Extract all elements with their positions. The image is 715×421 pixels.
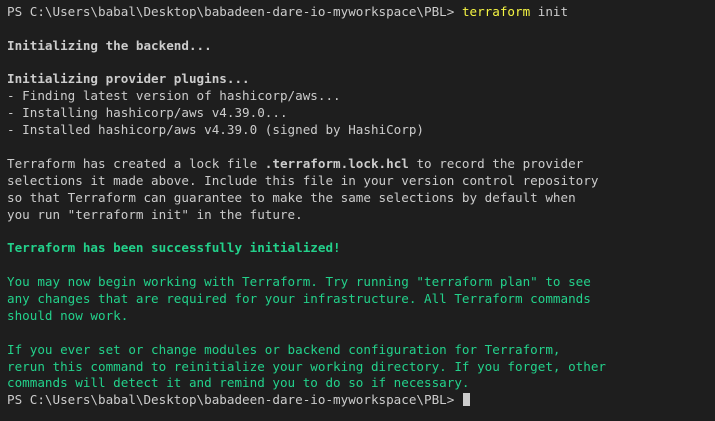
lock-message-line: you run "terraform init" in the future. <box>7 206 303 222</box>
reinit-message-line: rerun this command to reinitialize your … <box>7 358 606 374</box>
begin-message-line: any changes that are required for your i… <box>7 291 591 307</box>
lock-message-line: so that Terraform can guarantee to make … <box>7 189 576 205</box>
provider-line: - Finding latest version of hashicorp/aw… <box>7 88 341 104</box>
prompt-path: PS C:\Users\babal\Desktop\babadeen-dare-… <box>7 3 462 19</box>
lock-line-suffix: to record the provider <box>408 155 584 171</box>
command-args: init <box>530 3 569 19</box>
terminal-output: ----------------------- ---- PS C:\Users… <box>7 0 715 409</box>
reinit-message-line: If you ever set or change modules or bac… <box>7 341 561 357</box>
provider-line: - Installing hashicorp/aws v4.39.0... <box>7 105 288 121</box>
begin-message-line: You may now begin working with Terraform… <box>7 274 591 290</box>
top-fragment-2: ------------- <box>128 0 227 2</box>
backend-heading: Initializing the backend... <box>7 37 212 53</box>
lock-line-prefix: Terraform has created a lock file <box>7 155 265 171</box>
success-message: Terraform has been successfully initiali… <box>7 240 341 256</box>
provider-line: - Installed hashicorp/aws v4.39.0 (signe… <box>7 122 425 138</box>
provider-heading: Initializing provider plugins... <box>7 71 250 87</box>
lock-message-line: selections it made above. Include this f… <box>7 172 599 188</box>
command-line: PS C:\Users\babal\Desktop\babadeen-dare-… <box>7 4 715 21</box>
top-fragment-3: ------ ---- <box>297 0 380 2</box>
begin-message-line: should now work. <box>7 307 129 323</box>
text-cursor <box>462 393 470 407</box>
top-fragment-1: ---- <box>7 0 37 2</box>
lock-message-line: Terraform has created a lock file .terra… <box>7 156 715 173</box>
command-name: terraform <box>461 3 531 19</box>
reinit-message-line: commands will detect it and remind you t… <box>7 375 470 391</box>
final-prompt: PS C:\Users\babal\Desktop\babadeen-dare-… <box>7 392 462 408</box>
final-prompt-line[interactable]: PS C:\Users\babal\Desktop\babadeen-dare-… <box>7 392 715 409</box>
lock-filename: .terraform.lock.hcl <box>264 155 409 171</box>
terminal-panel[interactable]: ----------------------- ---- PS C:\Users… <box>0 0 715 421</box>
